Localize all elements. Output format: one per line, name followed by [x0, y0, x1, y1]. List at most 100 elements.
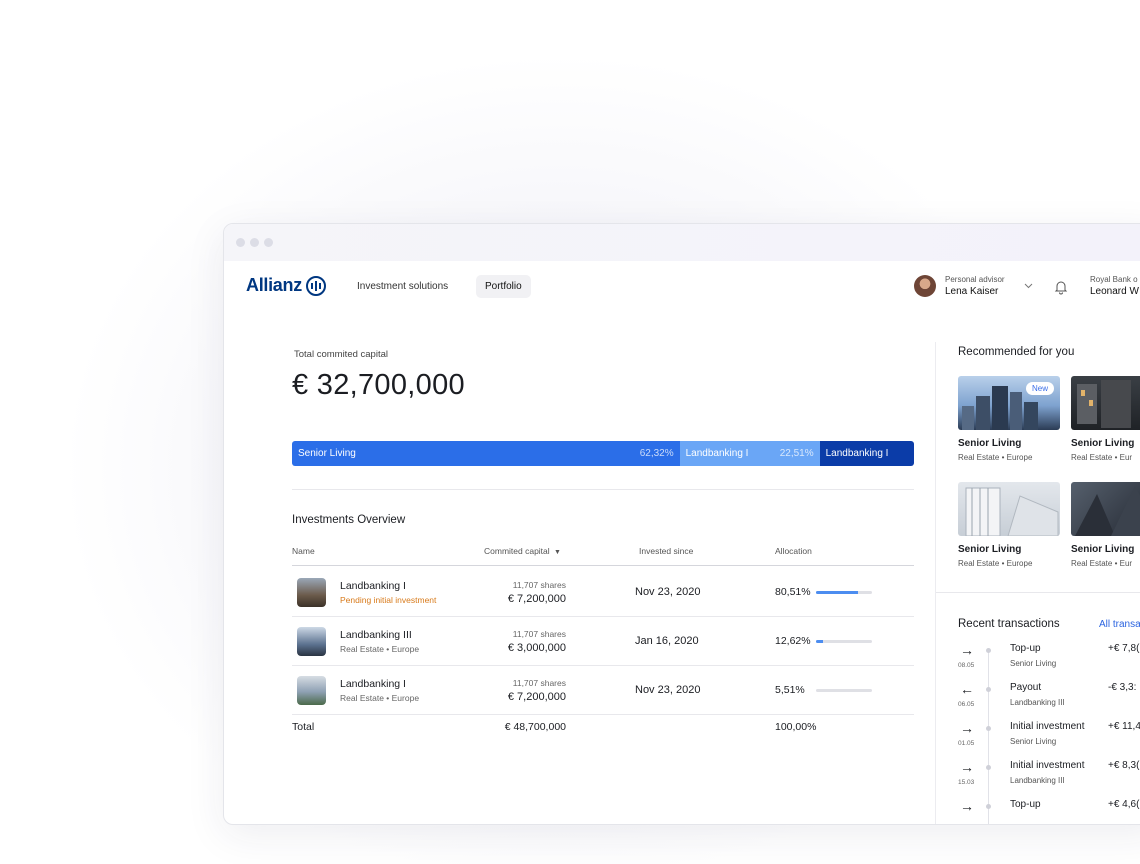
transaction-type: Initial investment	[1010, 760, 1085, 771]
total-capital-value: € 32,700,000	[292, 369, 465, 401]
transaction-date: 15.03	[958, 779, 975, 786]
window-titlebar	[224, 224, 1140, 261]
nav-link-portfolio[interactable]: Portfolio	[476, 275, 531, 298]
investment-subtitle: Real Estate • Europe	[340, 644, 420, 654]
bank-label: Royal Bank o	[1090, 275, 1138, 284]
allocation-segment-name: Landbanking I	[685, 448, 749, 459]
allocation-bar: Senior Living 62,32% Landbanking I 22,51% La…	[292, 441, 914, 466]
card-subtitle: Real Estate • Europe	[958, 453, 1033, 462]
window-control-close[interactable]	[236, 238, 245, 247]
transaction-fund: Senior Living	[1010, 659, 1057, 668]
transaction-type: Top-up	[1010, 799, 1041, 810]
transaction-fund: Landbanking III	[1010, 776, 1065, 785]
investment-name: Landbanking I	[340, 580, 406, 592]
timeline-dot	[986, 687, 991, 692]
divider	[292, 489, 914, 490]
transaction-fund: Landbanking III	[1010, 698, 1065, 707]
card-image	[1071, 482, 1140, 536]
transaction-item[interactable]: → Top-up +€ 4,6(	[936, 798, 1140, 824]
allocation-segment[interactable]: Landbanking I 22,51%	[679, 441, 820, 466]
top-navbar: Allianz Investment solutions Portfolio P…	[224, 261, 1140, 313]
column-header-allocation[interactable]: Allocation	[775, 546, 812, 556]
personal-advisor-menu[interactable]: Personal advisor Lena Kaiser	[914, 275, 1033, 297]
recommended-card[interactable]: Senior Living Real Estate • Eur	[1071, 376, 1140, 462]
allocation-segment-pct: 22,51%	[779, 448, 814, 459]
table-row[interactable]: Landbanking I Real Estate • Europe 11,707 …	[292, 666, 914, 715]
chevron-down-icon	[1024, 281, 1033, 291]
invested-since: Jan 16, 2020	[635, 635, 699, 647]
recommended-card[interactable]: New Senior Living Real Estate • Europe	[958, 376, 1060, 462]
allocation-segment-name: Senior Living	[298, 448, 356, 459]
timeline-dot	[986, 726, 991, 731]
card-title: Senior Living	[958, 544, 1022, 555]
total-amount: € 48,700,000	[504, 721, 566, 733]
bell-icon[interactable]	[1054, 279, 1068, 295]
advisor-avatar	[914, 275, 936, 297]
card-title: Senior Living	[1071, 438, 1135, 449]
card-title: Senior Living	[958, 438, 1022, 449]
allocation-progress-fill	[816, 591, 858, 594]
investment-subtitle: Pending initial investment	[340, 595, 437, 605]
allocation-segment[interactable]: Landbanking I	[819, 441, 914, 466]
table-row[interactable]: Landbanking I Pending initial investment 1…	[292, 568, 914, 617]
recommended-card[interactable]: Senior Living Real Estate • Europe	[958, 482, 1060, 568]
timeline-dot	[986, 765, 991, 770]
transaction-amount: +€ 11,4(	[1108, 721, 1140, 732]
recommended-card[interactable]: Senior Living Real Estate • Eur	[1071, 482, 1140, 568]
recommended-title: Recommended for you	[958, 346, 1075, 358]
card-title: Senior Living	[1071, 544, 1135, 555]
all-transactions-link[interactable]: All transa	[1099, 619, 1140, 630]
bank-user-name: Leonard W	[1090, 286, 1139, 297]
advisor-name: Lena Kaiser	[945, 286, 999, 297]
transaction-item[interactable]: → 15.03 Initial investment Landbanking III +…	[936, 759, 1140, 798]
arrow-left-icon: ←	[960, 681, 974, 697]
allocation-percent: 12,62%	[775, 635, 811, 647]
transaction-fund: Senior Living	[1010, 737, 1057, 746]
column-header-invested-since[interactable]: Invested since	[639, 546, 693, 556]
total-label: Total	[292, 721, 315, 733]
allocation-percent: 5,51%	[775, 684, 805, 696]
table-row[interactable]: Landbanking III Real Estate • Europe 11,70…	[292, 617, 914, 666]
brand-logo[interactable]: Allianz	[246, 275, 326, 296]
advisor-label: Personal advisor	[945, 275, 1005, 284]
window-control-maximize[interactable]	[264, 238, 273, 247]
transaction-date: 06.05	[958, 701, 975, 708]
bank-account-menu[interactable]: Royal Bank o Leonard W	[1090, 275, 1139, 297]
column-header-committed-capital[interactable]: Commited capital ▼	[484, 546, 561, 556]
card-subtitle: Real Estate • Eur	[1071, 453, 1133, 462]
allocation-segment[interactable]: Senior Living 62,32%	[292, 441, 680, 466]
card-image	[1071, 376, 1140, 430]
transaction-amount: +€ 4,6(	[1108, 799, 1140, 810]
window-control-minimize[interactable]	[250, 238, 259, 247]
allocation-progress	[816, 689, 872, 692]
transaction-item[interactable]: → 08.05 Top-up Senior Living +€ 7,8(	[936, 642, 1140, 681]
nav-link-investment-solutions[interactable]: Investment solutions	[348, 275, 457, 298]
app-window: Allianz Investment solutions Portfolio P…	[223, 223, 1140, 825]
investment-amount: € 7,200,000	[507, 593, 566, 605]
allianz-logo-icon	[305, 275, 326, 296]
transaction-item[interactable]: → 01.05 Initial investment Senior Living +€ …	[936, 720, 1140, 759]
investment-amount: € 3,000,000	[507, 642, 566, 654]
right-sidebar: Recommended for you New Senior Living Re…	[935, 342, 1140, 824]
invested-since: Nov 23, 2020	[635, 684, 701, 696]
transaction-type: Payout	[1010, 682, 1042, 693]
investment-thumbnail	[297, 627, 326, 656]
card-image: New	[958, 376, 1060, 430]
investment-shares: 11,707 shares	[512, 580, 566, 590]
transaction-amount: +€ 8,3(	[1108, 760, 1140, 771]
allocation-progress	[816, 591, 872, 594]
investment-name: Landbanking I	[340, 678, 406, 690]
arrow-right-icon: →	[960, 798, 974, 814]
investment-subtitle: Real Estate • Europe	[340, 693, 420, 703]
recent-transactions-title: Recent transactions	[958, 618, 1060, 630]
transaction-item[interactable]: ← 06.05 Payout Landbanking III -€ 3,3:	[936, 681, 1140, 720]
investment-amount: € 7,200,000	[507, 691, 566, 703]
column-header-name[interactable]: Name	[292, 546, 315, 556]
transaction-date: 08.05	[958, 662, 975, 669]
transaction-amount: -€ 3,3:	[1108, 682, 1137, 693]
total-allocation: 100,00%	[775, 721, 817, 733]
card-subtitle: Real Estate • Europe	[958, 559, 1033, 568]
divider	[936, 592, 1140, 593]
arrow-right-icon: →	[960, 720, 974, 736]
timeline-dot	[986, 804, 991, 809]
